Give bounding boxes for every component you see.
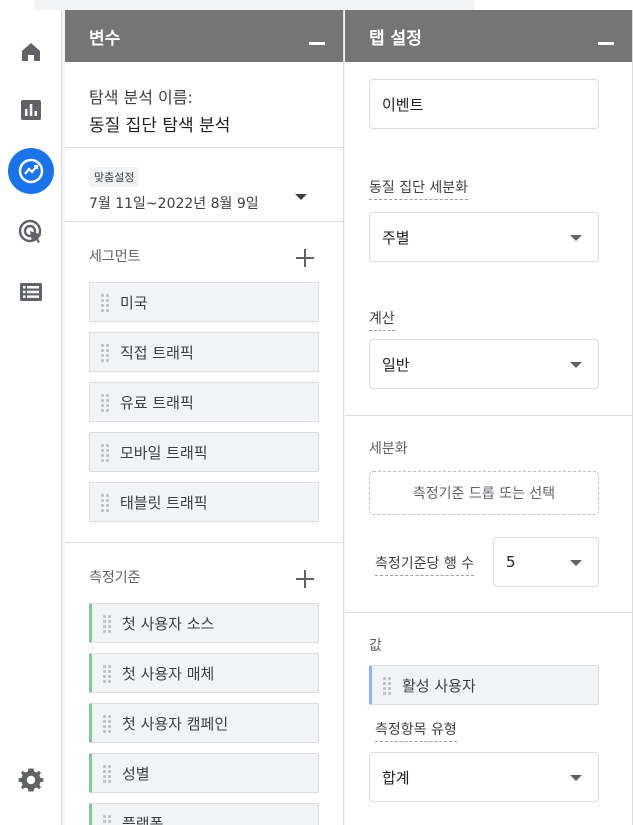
- rows-per-dimension-select[interactable]: 5: [493, 537, 599, 587]
- drag-handle-icon[interactable]: [102, 764, 112, 784]
- segments-label: 세그먼트: [89, 249, 141, 265]
- home-icon[interactable]: [6, 30, 56, 74]
- variables-panel: 변수 탐색 분석 이름: 동질 집단 탐색 분석 맞춤설정 7월 11일~202…: [65, 10, 344, 825]
- add-dimension-plus-icon[interactable]: [295, 569, 315, 589]
- dimensions-section: 측정기준 첫 사용자 소스 첫 사용자 매체 첫 사용자 캠페인 성별 플랫폼: [65, 543, 343, 825]
- drag-handle-icon[interactable]: [100, 393, 110, 413]
- tab-settings-panel-title: 탭 설정: [369, 28, 422, 49]
- reports-icon[interactable]: [6, 88, 56, 132]
- drag-handle-icon[interactable]: [382, 676, 392, 696]
- return-criteria-field[interactable]: 이벤트: [369, 79, 599, 129]
- drag-handle-icon[interactable]: [100, 493, 110, 513]
- cohort-granularity-label[interactable]: 동질 집단 세분화: [369, 177, 469, 200]
- date-badge: 맞춤설정: [89, 167, 140, 187]
- variables-panel-title: 변수: [89, 28, 121, 49]
- breakdown-label: 세분화: [369, 441, 408, 457]
- tab-settings-panel-header: 탭 설정: [345, 10, 632, 62]
- dimensions-label: 측정기준: [89, 570, 141, 586]
- drag-handle-icon[interactable]: [102, 714, 112, 734]
- cohort-granularity-select[interactable]: 주별: [369, 212, 599, 262]
- chevron-down-icon: [570, 775, 582, 781]
- configure-list-icon[interactable]: [6, 270, 56, 314]
- dimension-chip[interactable]: 첫 사용자 소스: [89, 603, 319, 643]
- exploration-name-label: 탐색 분석 이름:: [89, 88, 193, 107]
- drag-handle-icon[interactable]: [100, 343, 110, 363]
- minimize-icon[interactable]: [309, 42, 325, 45]
- chevron-down-icon: [570, 362, 582, 368]
- advertising-icon[interactable]: [6, 210, 56, 254]
- chevron-down-icon: [570, 235, 582, 241]
- chevron-down-icon: [570, 560, 582, 566]
- date-dropdown-caret-icon[interactable]: [295, 194, 307, 200]
- exploration-name[interactable]: 동질 집단 탐색 분석: [89, 111, 319, 136]
- calculation-label[interactable]: 계산: [369, 308, 395, 331]
- values-label: 값: [369, 638, 382, 654]
- segment-chip[interactable]: 모바일 트래픽: [89, 432, 319, 472]
- drag-handle-icon[interactable]: [102, 614, 112, 634]
- tab-settings-panel: 탭 설정 이벤트 동질 집단 세분화 주별 계산 일반 세분화 측정기준 드롭 …: [345, 10, 633, 825]
- gear-icon[interactable]: [6, 758, 56, 802]
- segment-chip[interactable]: 태블릿 트래픽: [89, 482, 319, 522]
- minimize-icon[interactable]: [598, 42, 614, 45]
- exploration-name-section: 탐색 분석 이름: 동질 집단 탐색 분석: [65, 62, 343, 148]
- drag-handle-icon[interactable]: [102, 814, 112, 825]
- segments-section: 세그먼트 미국 직접 트래픽 유료 트래픽 모바일 트래픽 태블릿 트래픽: [65, 222, 343, 543]
- date-range: 7월 11일~2022년 8월 9일: [89, 196, 259, 212]
- add-segment-plus-icon[interactable]: [295, 248, 315, 268]
- metric-type-label[interactable]: 측정항목 유형: [375, 719, 457, 742]
- segment-chip[interactable]: 미국: [89, 282, 319, 322]
- value-metric-chip[interactable]: 활성 사용자: [369, 665, 599, 705]
- explore-icon[interactable]: [8, 148, 54, 194]
- rows-per-dimension-label[interactable]: 측정기준당 행 수: [375, 553, 475, 576]
- dimension-chip[interactable]: 첫 사용자 매체: [89, 653, 319, 693]
- calculation-select[interactable]: 일반: [369, 339, 599, 389]
- top-strip: [0, 0, 633, 10]
- segment-chip[interactable]: 유료 트래픽: [89, 382, 319, 422]
- dimension-chip[interactable]: 첫 사용자 캠페인: [89, 703, 319, 743]
- values-section: 값 활성 사용자 측정항목 유형 합계: [345, 613, 632, 802]
- cohort-settings-section: 이벤트 동질 집단 세분화 주별 계산 일반: [345, 62, 632, 416]
- date-range-section[interactable]: 맞춤설정 7월 11일~2022년 8월 9일: [65, 148, 343, 222]
- drag-handle-icon[interactable]: [100, 443, 110, 463]
- drag-handle-icon[interactable]: [102, 664, 112, 684]
- variables-panel-header: 변수: [65, 10, 343, 62]
- left-nav: [0, 10, 62, 825]
- drag-handle-icon[interactable]: [100, 293, 110, 313]
- segment-chip[interactable]: 직접 트래픽: [89, 332, 319, 372]
- breakdown-dropzone[interactable]: 측정기준 드롭 또는 선택: [369, 471, 599, 515]
- metric-type-select[interactable]: 합계: [369, 752, 599, 802]
- breakdown-section: 세분화 측정기준 드롭 또는 선택 측정기준당 행 수 5: [345, 416, 632, 613]
- dimension-chip[interactable]: 플랫폼: [89, 803, 319, 825]
- dimension-chip[interactable]: 성별: [89, 753, 319, 793]
